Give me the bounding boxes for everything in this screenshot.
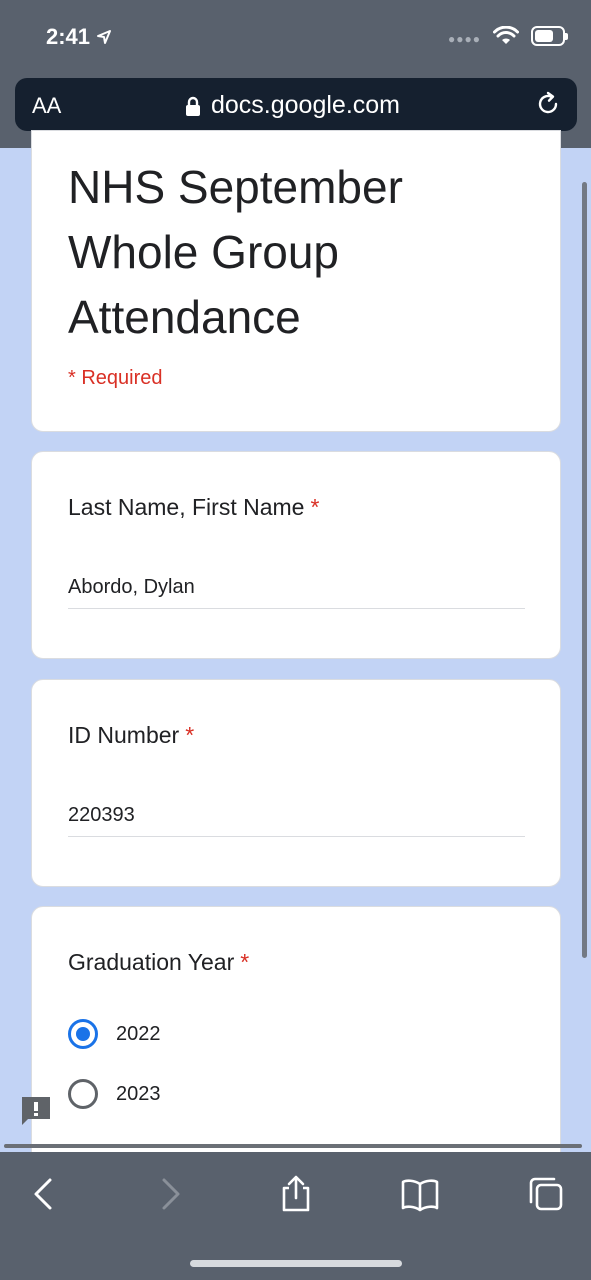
- signal-dots-icon: ●●●●: [448, 32, 481, 46]
- required-star: *: [310, 494, 320, 520]
- status-time: 2:41: [46, 24, 112, 50]
- vertical-scrollbar[interactable]: [582, 182, 587, 958]
- time-text: 2:41: [46, 24, 91, 49]
- back-icon[interactable]: [24, 1174, 64, 1214]
- report-feedback-icon[interactable]: [20, 1095, 52, 1127]
- horizontal-scrollbar[interactable]: [4, 1144, 582, 1148]
- status-bar: 2:41 ●●●● AA docs.google.com: [0, 0, 591, 148]
- required-star: *: [185, 722, 195, 748]
- required-star: *: [240, 949, 250, 975]
- question-label-text: Last Name, First Name: [68, 494, 305, 520]
- question-card-name: Last Name, First Name * Abordo, Dylan: [31, 451, 561, 659]
- input-underline: [68, 836, 525, 837]
- wifi-icon: [493, 26, 519, 44]
- share-icon[interactable]: [276, 1174, 316, 1214]
- forward-icon[interactable]: [150, 1174, 190, 1214]
- url-text: docs.google.com: [211, 91, 401, 119]
- url-display[interactable]: docs.google.com: [185, 91, 400, 120]
- bookmarks-icon[interactable]: [400, 1174, 440, 1214]
- form-title: NHS September Whole Group Attendance: [68, 161, 403, 343]
- id-number-input[interactable]: 220393: [68, 804, 135, 827]
- question-label-text: Graduation Year: [68, 949, 235, 975]
- required-note: * Required: [68, 367, 163, 389]
- tabs-icon[interactable]: [526, 1174, 566, 1214]
- reload-icon[interactable]: [535, 91, 561, 117]
- question-card-graduation-year: Graduation Year * 2022 2023: [31, 906, 561, 1166]
- name-input[interactable]: Abordo, Dylan: [68, 576, 195, 599]
- lock-icon: [186, 96, 200, 116]
- question-label: Graduation Year *: [68, 949, 249, 976]
- status-icons: ●●●●: [448, 26, 568, 46]
- text-size-label: AA: [32, 93, 62, 118]
- input-underline: [68, 608, 525, 609]
- question-label-text: ID Number: [68, 722, 180, 748]
- question-label: Last Name, First Name *: [68, 494, 319, 521]
- radio-option-2023[interactable]: 2023: [68, 1079, 161, 1109]
- home-indicator[interactable]: [190, 1260, 402, 1267]
- question-card-id: ID Number * 220393: [31, 679, 561, 887]
- radio-option-2022[interactable]: 2022: [68, 1019, 161, 1049]
- question-label: ID Number *: [68, 722, 194, 749]
- radio-label: 2022: [116, 1022, 161, 1045]
- location-arrow-icon: [97, 30, 112, 44]
- form-header-card: NHS September Whole Group Attendance * R…: [31, 130, 561, 432]
- radio-unselected-icon[interactable]: [68, 1079, 98, 1109]
- battery-icon: [531, 26, 568, 46]
- radio-selected-icon[interactable]: [68, 1019, 98, 1049]
- radio-label: 2023: [116, 1082, 161, 1105]
- address-bar[interactable]: AA docs.google.com: [15, 78, 577, 131]
- text-size-button[interactable]: AA: [32, 93, 61, 119]
